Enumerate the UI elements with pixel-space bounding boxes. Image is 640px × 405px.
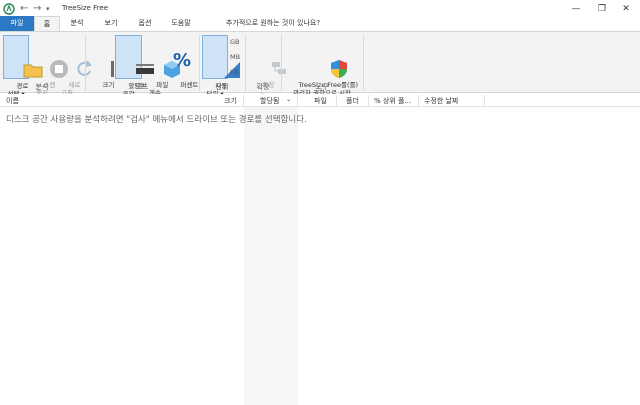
file-count-button[interactable]: 파일 개수: [144, 35, 180, 97]
column-header: 이름 크기 할당됨 ⌄ 파일 폴더 % 상위 폴... 수정한 날짜: [0, 94, 640, 107]
unit-kb[interactable]: KB: [230, 68, 239, 76]
size-mode-button[interactable]: 크기: [90, 35, 125, 89]
column-files[interactable]: 파일: [314, 96, 327, 106]
allocated-space-icon: [119, 52, 155, 74]
allocated-column-highlight: [244, 107, 298, 405]
group-label-analysis: 분석: [35, 83, 49, 91]
size-bars-icon: [91, 51, 125, 77]
ribbon: 경로 선택 ▾ 스캔 중지 새로 고침 분석 크기 할당된: [0, 31, 640, 98]
tab-analysis[interactable]: 분석: [62, 16, 92, 31]
group-label-mode: 모드: [135, 83, 149, 91]
column-size[interactable]: 크기: [224, 96, 237, 106]
expand-tree-icon: [252, 51, 286, 74]
quick-access-dropdown-icon[interactable]: ▾: [46, 3, 50, 15]
cube-icon: [145, 51, 180, 78]
close-button[interactable]: ✕: [616, 2, 636, 16]
ribbon-tabs: 파일 홈 분석 보기 옵션 도움말 추가적으로 원하는 것이 있나요?: [0, 16, 640, 31]
stop-scan-button[interactable]: 스캔 중지: [31, 35, 68, 97]
column-separator[interactable]: [418, 95, 419, 106]
refresh-button[interactable]: 새로 고침: [56, 35, 92, 97]
auto-unit-button[interactable]: 자동 단위 ▾: [202, 35, 240, 98]
window-title: TreeSize Free: [62, 4, 109, 12]
tab-file[interactable]: 파일: [0, 16, 34, 31]
run-as-admin-button[interactable]: TreeSize Free를(를) 관리자 권한으로 시작: [284, 35, 360, 97]
sort-chevron-down-icon: ⌄: [286, 96, 292, 103]
group-label-unit: 단위: [215, 83, 229, 91]
maximize-button[interactable]: ❐: [592, 2, 612, 16]
column-folders[interactable]: 폴더: [346, 96, 359, 106]
empty-state-hint: 디스크 공간 사용량을 분석하려면 "검사" 메뉴에서 드라이브 또는 경로를 …: [6, 115, 307, 125]
tab-view[interactable]: 보기: [96, 16, 126, 31]
column-separator[interactable]: [368, 95, 369, 106]
stop-icon: [32, 51, 68, 78]
column-modified-date[interactable]: 수정한 날짜: [424, 96, 458, 106]
column-separator[interactable]: [243, 95, 244, 106]
shield-icon: [312, 51, 347, 78]
column-separator[interactable]: [297, 95, 298, 106]
folder-icon: [6, 52, 43, 78]
allocated-space-button[interactable]: 할당된 공간: [115, 35, 155, 98]
unit-mb[interactable]: MB: [230, 53, 240, 61]
tab-help[interactable]: 도움말: [164, 16, 198, 31]
app-window: ← → ▾ TreeSize Free — ❐ ✕ 파일 홈 분석 보기 옵션 …: [0, 0, 640, 405]
tab-options[interactable]: 옵션: [130, 16, 160, 31]
back-arrow-icon[interactable]: ←: [20, 3, 28, 15]
column-separator[interactable]: [336, 95, 337, 106]
group-label-tools: 도구: [315, 83, 329, 91]
minimize-button[interactable]: —: [566, 2, 586, 16]
tab-home[interactable]: 홈: [34, 16, 60, 31]
unit-gb[interactable]: GB: [230, 38, 240, 46]
tell-me-search[interactable]: 추가적으로 원하는 것이 있나요?: [208, 16, 338, 31]
refresh-icon: [57, 51, 92, 76]
forward-arrow-icon[interactable]: →: [33, 3, 41, 15]
column-name[interactable]: 이름: [6, 96, 19, 106]
select-path-button[interactable]: 경로 선택 ▾: [3, 35, 43, 98]
column-percent-parent[interactable]: % 상위 폴...: [374, 96, 411, 106]
percent-button[interactable]: % 퍼센트: [168, 35, 198, 90]
percent-icon: %: [172, 50, 192, 71]
ribbon-separator: [363, 35, 364, 91]
group-label-expand: 확장: [256, 83, 270, 91]
expand-button[interactable]: 확장 -: [250, 35, 286, 97]
column-allocated[interactable]: 할당됨: [260, 96, 279, 106]
auto-unit-icon: [205, 52, 240, 78]
tree-view[interactable]: 디스크 공간 사용량을 분석하려면 "검사" 메뉴에서 드라이브 또는 경로를 …: [0, 107, 640, 405]
column-separator[interactable]: [484, 95, 485, 106]
